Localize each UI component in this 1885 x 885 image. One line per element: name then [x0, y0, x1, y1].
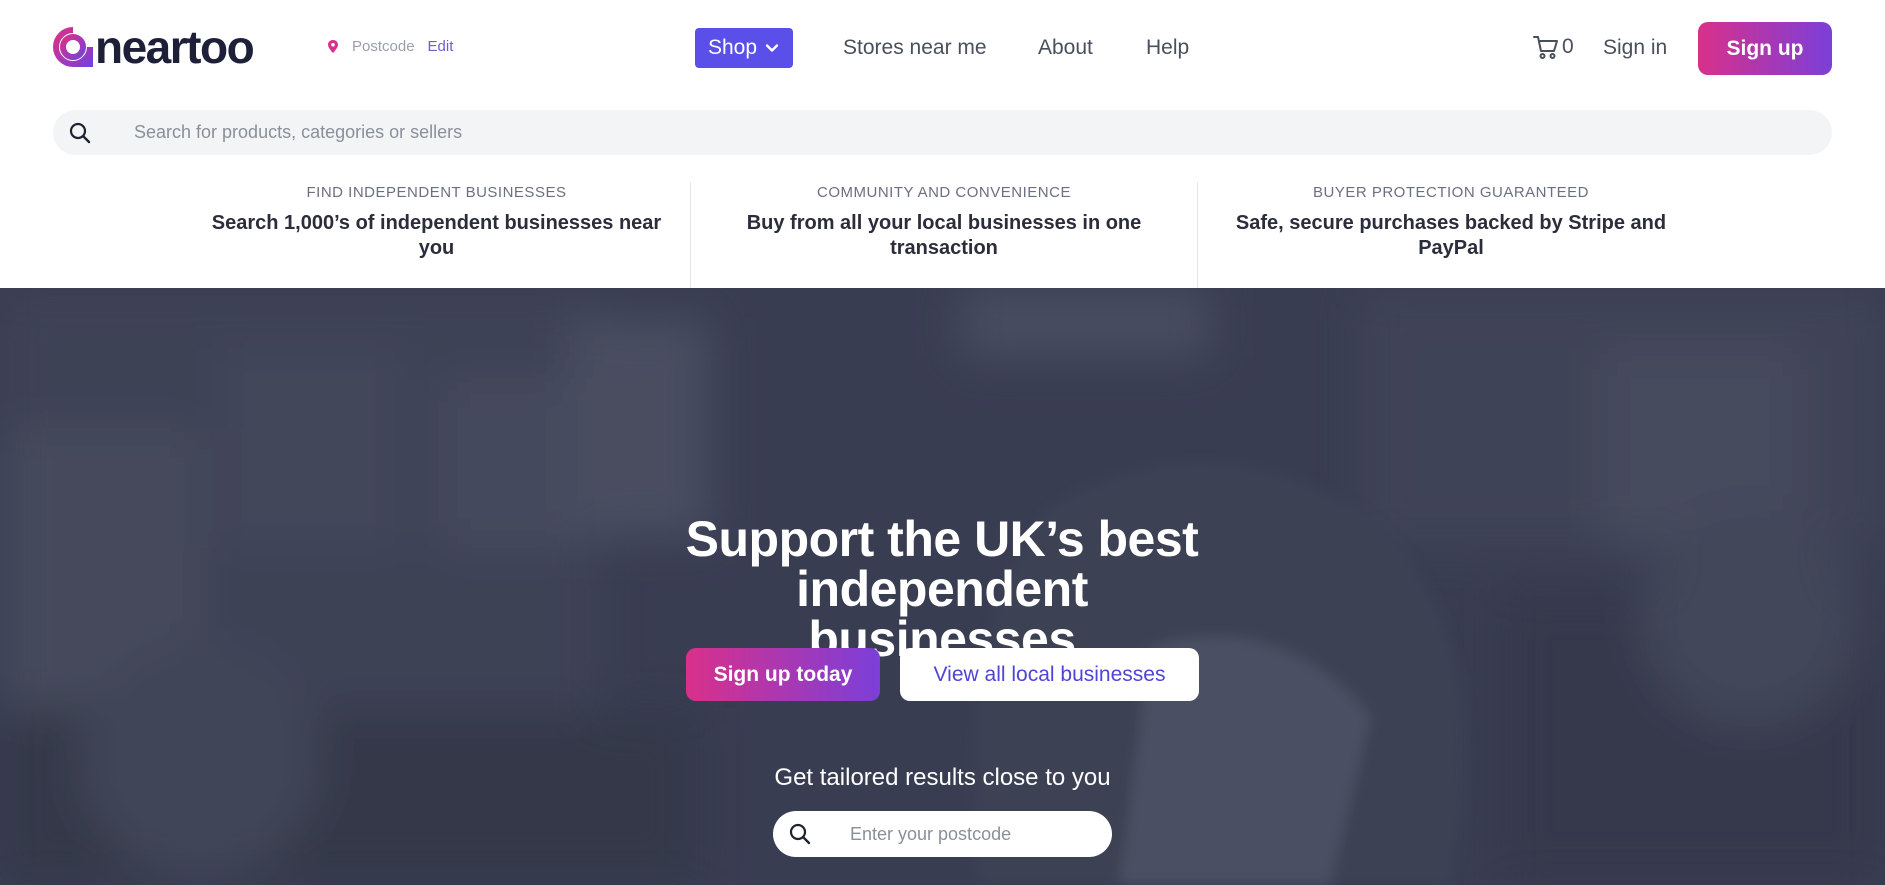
hero-banner: Support the UK’s best independent busine…	[0, 288, 1885, 885]
feature-label: FIND INDEPENDENT BUSINESSES	[306, 184, 567, 201]
feature-label: BUYER PROTECTION GUARANTEED	[1312, 184, 1590, 201]
shop-label: Shop	[707, 36, 758, 59]
logo-mark-icon	[53, 27, 93, 67]
postcode-search	[773, 811, 1112, 857]
logo-text: neartoo	[95, 21, 255, 73]
sign-up-button[interactable]: Sign up	[1698, 22, 1832, 75]
view-all-businesses-button[interactable]: View all local businesses	[900, 648, 1199, 701]
search-icon	[789, 823, 811, 845]
feature-strip: FIND INDEPENDENT BUSINESSES Search 1,000…	[183, 182, 1704, 288]
hero-subtitle: Get tailored results close to you	[774, 764, 1111, 791]
feature-label: COMMUNITY AND CONVENIENCE	[817, 184, 1071, 201]
nav-about[interactable]: About	[1038, 36, 1093, 60]
feature-item: COMMUNITY AND CONVENIENCE Buy from all y…	[690, 182, 1197, 288]
edit-postcode-link[interactable]: Edit	[428, 38, 454, 55]
feature-item: BUYER PROTECTION GUARANTEED Safe, secure…	[1197, 182, 1704, 288]
hero-title: Support the UK’s best independent busine…	[685, 511, 1199, 667]
feature-text: Safe, secure purchases backed by Stripe …	[1235, 212, 1667, 259]
search-input[interactable]	[134, 122, 1734, 143]
feature-text: Search 1,000’s of independent businesses…	[211, 212, 662, 259]
postcode-label: Postcode	[352, 38, 415, 55]
chevron-down-icon	[765, 44, 779, 52]
nav-stores-near-me[interactable]: Stores near me	[843, 36, 987, 60]
feature-item: FIND INDEPENDENT BUSINESSES Search 1,000…	[183, 182, 690, 288]
search-bar	[53, 110, 1832, 155]
main-nav: Shop	[695, 28, 793, 68]
cart-count: 0	[1562, 35, 1574, 58]
logo[interactable]: neartoo	[53, 21, 255, 73]
search-icon	[69, 122, 91, 143]
site-header: neartoo Postcode Edit Shop Stores near m…	[0, 0, 1885, 96]
cart-button[interactable]: 0	[1532, 33, 1574, 61]
sign-in-link[interactable]: Sign in	[1603, 36, 1667, 60]
hero-actions: Sign up today View all local businesses	[686, 648, 1199, 701]
location-selector: Postcode Edit	[326, 38, 453, 55]
postcode-input[interactable]	[850, 823, 1090, 845]
shop-menu-button[interactable]: Shop	[695, 28, 793, 68]
nav-help[interactable]: Help	[1146, 36, 1189, 60]
feature-text: Buy from all your local businesses in on…	[746, 212, 1142, 259]
cart-icon	[1533, 36, 1558, 59]
location-pin-icon	[328, 39, 338, 53]
sign-up-today-button[interactable]: Sign up today	[686, 648, 880, 701]
